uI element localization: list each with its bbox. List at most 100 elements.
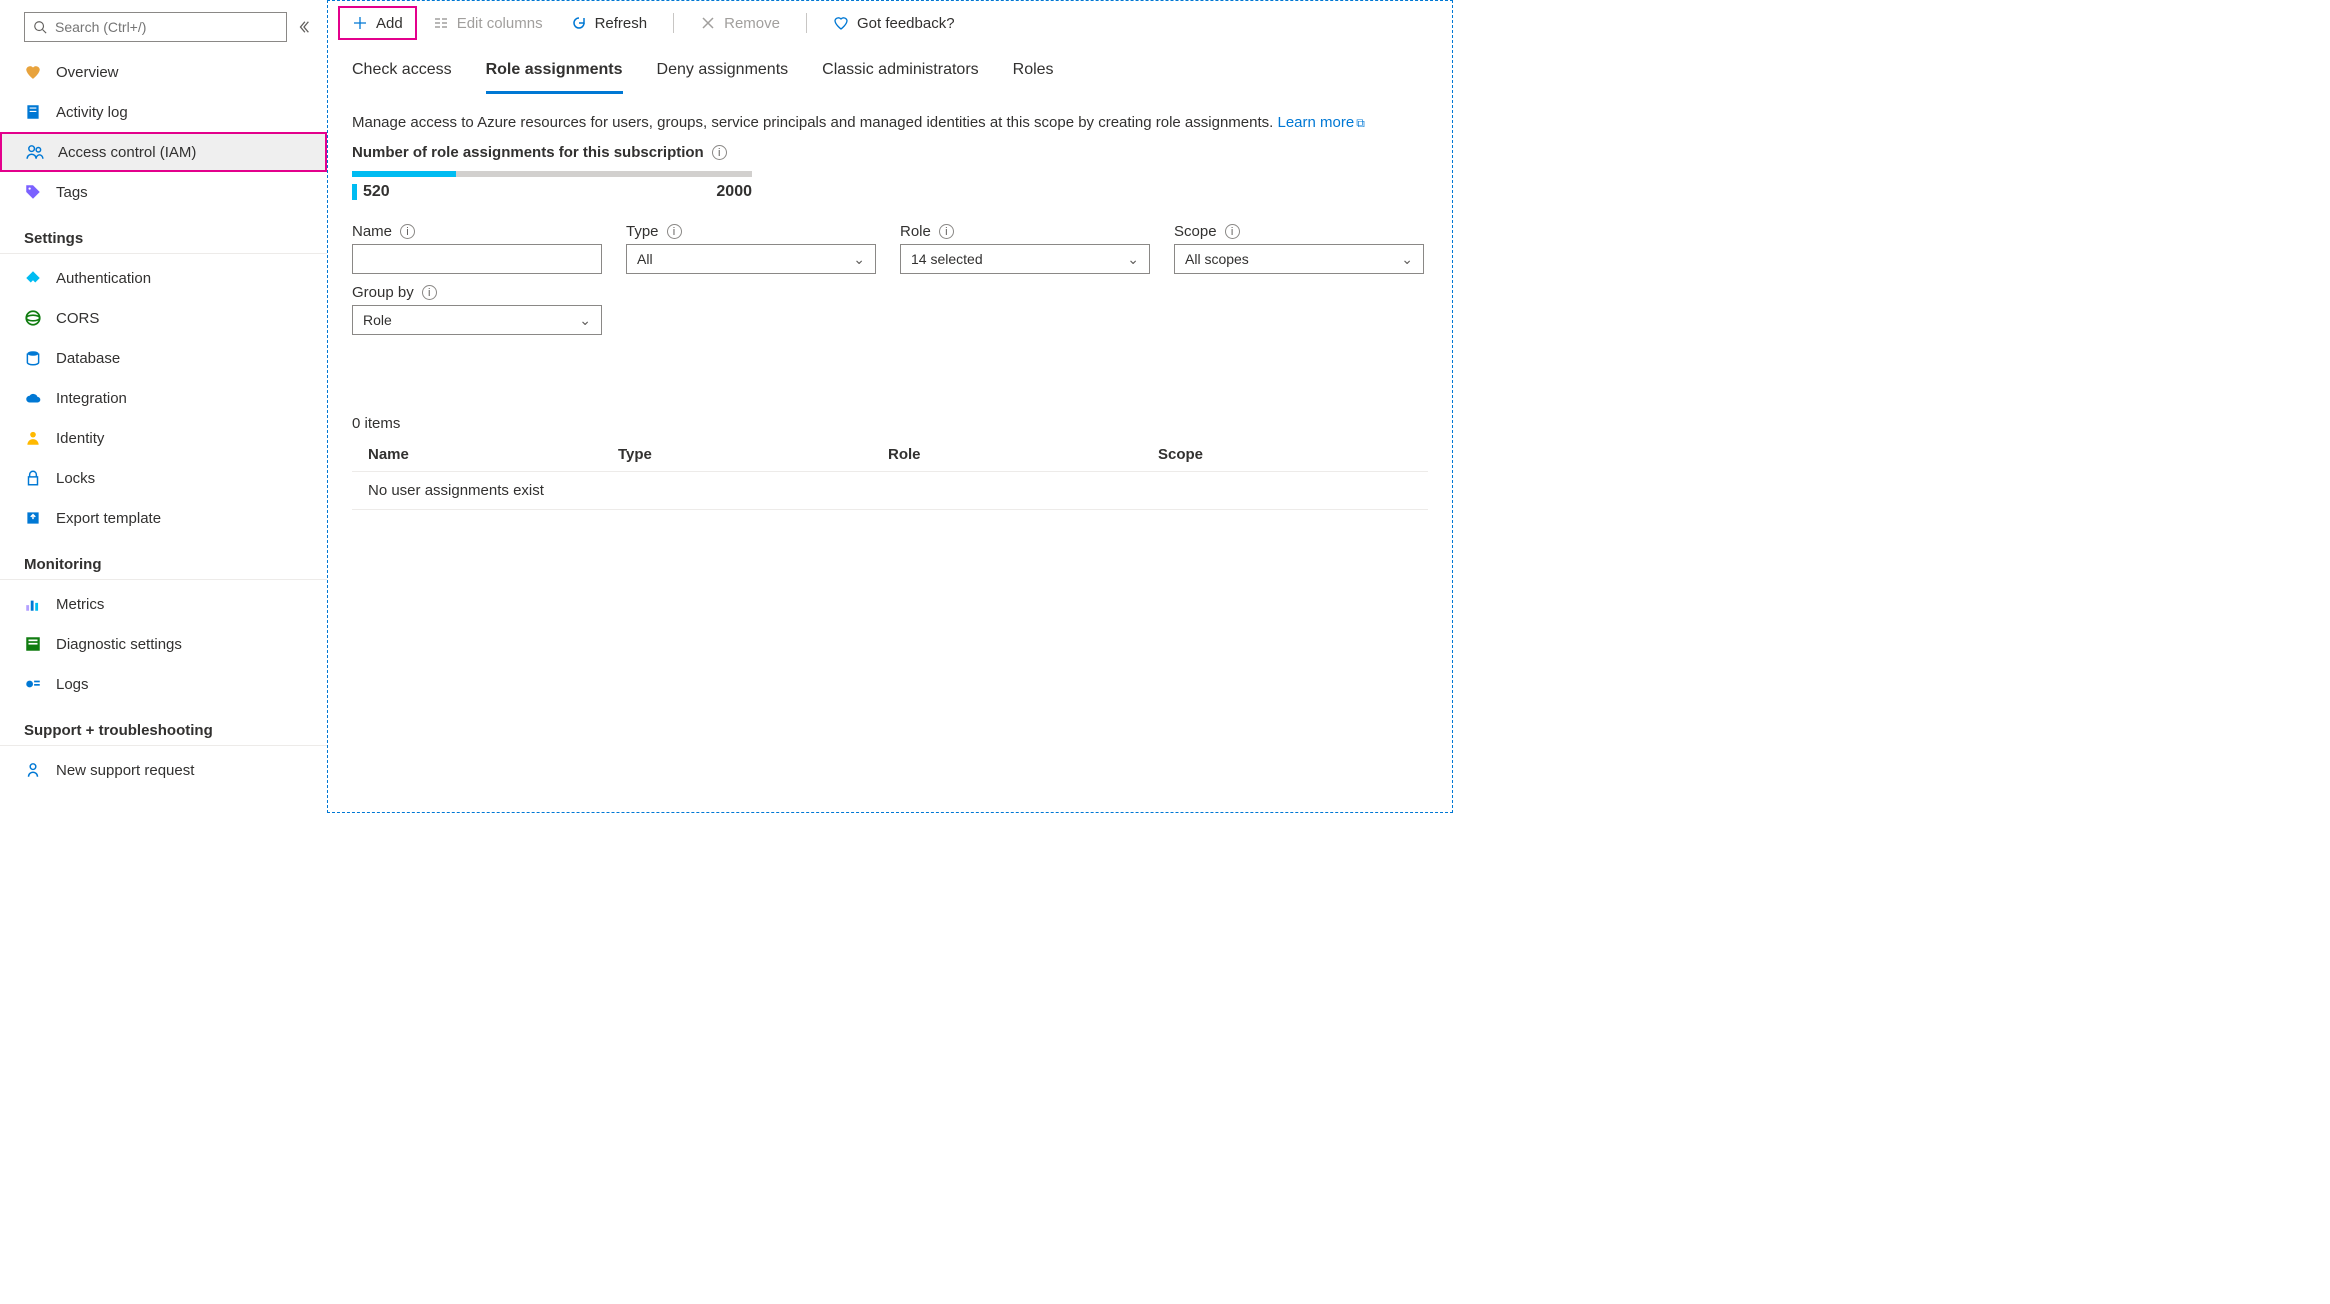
sidebar-item-new-support-request[interactable]: New support request	[0, 750, 327, 790]
plus-icon	[352, 15, 368, 31]
learn-more-link[interactable]: Learn more⧉	[1277, 114, 1364, 131]
assignment-bar-fill	[352, 171, 456, 177]
type-select[interactable]: All ⌄	[626, 244, 876, 274]
people-icon	[26, 143, 44, 161]
assignment-bar-values: 520 2000	[352, 183, 752, 201]
cloud-icon	[24, 389, 42, 407]
sidebar-item-diagnostic-settings[interactable]: Diagnostic settings	[0, 624, 327, 664]
search-icon	[33, 20, 47, 34]
tab-role-assignments[interactable]: Role assignments	[486, 61, 623, 94]
tab-check-access[interactable]: Check access	[352, 61, 452, 94]
sidebar-item-cors[interactable]: CORS	[0, 298, 327, 338]
toolbar: Add Edit columns Refresh Remove Go	[328, 1, 1452, 45]
refresh-icon	[571, 15, 587, 31]
assignment-max: 2000	[716, 183, 752, 201]
table-col-name[interactable]: Name	[368, 446, 618, 463]
add-button[interactable]: Add	[338, 6, 417, 40]
sidebar-section-support-troubleshooting: Support + troubleshooting	[0, 704, 327, 746]
logs-icon	[24, 675, 42, 693]
sidebar-item-label: Locks	[56, 470, 95, 487]
filters: Namei Typei All ⌄ Rolei 14 selected ⌄ Sc…	[352, 223, 1428, 274]
table: 0 items NameTypeRoleScope No user assign…	[352, 415, 1428, 510]
search-row	[0, 8, 327, 52]
role-select[interactable]: 14 selected ⌄	[900, 244, 1150, 274]
sidebar-item-metrics[interactable]: Metrics	[0, 584, 327, 624]
add-label: Add	[376, 15, 403, 32]
sidebar-item-label: Tags	[56, 184, 88, 201]
export-icon	[24, 509, 42, 527]
db-icon	[24, 349, 42, 367]
sidebar-item-label: Diagnostic settings	[56, 636, 182, 653]
info-icon[interactable]: i	[712, 145, 727, 160]
table-col-scope[interactable]: Scope	[1158, 446, 1412, 463]
heart-icon	[833, 15, 849, 31]
cors-icon	[24, 309, 42, 327]
collapse-sidebar-icon[interactable]	[297, 20, 311, 34]
info-icon[interactable]: i	[422, 285, 437, 300]
info-icon[interactable]: i	[939, 224, 954, 239]
table-header: NameTypeRoleScope	[352, 438, 1428, 472]
name-input[interactable]	[352, 244, 602, 274]
groupby-label: Group by	[352, 284, 414, 301]
edit-columns-label: Edit columns	[457, 15, 543, 32]
assignment-current: 520	[363, 183, 390, 201]
groupby-select[interactable]: Role ⌄	[352, 305, 602, 335]
sidebar-item-tags[interactable]: Tags	[0, 172, 327, 212]
sidebar-item-label: CORS	[56, 310, 99, 327]
scope-select[interactable]: All scopes ⌄	[1174, 244, 1424, 274]
tab-classic-administrators[interactable]: Classic administrators	[822, 61, 978, 94]
sidebar-item-activity-log[interactable]: Activity log	[0, 92, 327, 132]
sidebar-item-label: New support request	[56, 762, 194, 779]
sidebar-item-database[interactable]: Database	[0, 338, 327, 378]
chevron-down-icon: ⌄	[579, 312, 591, 329]
refresh-button[interactable]: Refresh	[559, 6, 660, 40]
items-count: 0 items	[352, 415, 1428, 432]
tab-roles[interactable]: Roles	[1013, 61, 1054, 94]
sidebar-item-label: Database	[56, 350, 120, 367]
table-col-role[interactable]: Role	[888, 446, 1158, 463]
sidebar-item-locks[interactable]: Locks	[0, 458, 327, 498]
sidebar-item-integration[interactable]: Integration	[0, 378, 327, 418]
search-input[interactable]	[55, 19, 278, 35]
filter-name: Namei	[352, 223, 602, 274]
scope-label: Scope	[1174, 223, 1217, 240]
assignment-count-label: Number of role assignments for this subs…	[352, 144, 1428, 161]
info-icon[interactable]: i	[400, 224, 415, 239]
chevron-down-icon: ⌄	[853, 251, 865, 268]
remove-icon	[700, 15, 716, 31]
sidebar-item-overview[interactable]: Overview	[0, 52, 327, 92]
groupby-value: Role	[363, 312, 392, 328]
sidebar-item-access-control-iam-[interactable]: Access control (IAM)	[0, 132, 327, 172]
sidebar-item-export-template[interactable]: Export template	[0, 498, 327, 538]
filter-scope: Scopei All scopes ⌄	[1174, 223, 1424, 274]
content: Manage access to Azure resources for use…	[328, 94, 1452, 812]
tab-deny-assignments[interactable]: Deny assignments	[657, 61, 789, 94]
table-col-type[interactable]: Type	[618, 446, 888, 463]
external-link-icon: ⧉	[1356, 116, 1365, 130]
heart-icon	[24, 63, 42, 81]
lock-icon	[24, 469, 42, 487]
id-icon	[24, 429, 42, 447]
sidebar-item-label: Integration	[56, 390, 127, 407]
search-box[interactable]	[24, 12, 287, 42]
sidebar-section-settings: Settings	[0, 212, 327, 254]
refresh-label: Refresh	[595, 15, 648, 32]
info-icon[interactable]: i	[667, 224, 682, 239]
sidebar-item-logs[interactable]: Logs	[0, 664, 327, 704]
sidebar-item-label: Authentication	[56, 270, 151, 287]
remove-label: Remove	[724, 15, 780, 32]
info-icon[interactable]: i	[1225, 224, 1240, 239]
log-icon	[24, 103, 42, 121]
tag-icon	[24, 183, 42, 201]
assignment-bar-track	[352, 171, 752, 177]
filter-groupby: Group by i Role ⌄	[352, 284, 1428, 335]
role-value: 14 selected	[911, 251, 983, 267]
sidebar-item-identity[interactable]: Identity	[0, 418, 327, 458]
feedback-button[interactable]: Got feedback?	[821, 6, 967, 40]
description: Manage access to Azure resources for use…	[352, 112, 1428, 134]
filter-type: Typei All ⌄	[626, 223, 876, 274]
sidebar-item-label: Access control (IAM)	[58, 144, 196, 161]
sidebar-item-authentication[interactable]: Authentication	[0, 258, 327, 298]
sidebar-item-label: Overview	[56, 64, 119, 81]
name-label: Name	[352, 223, 392, 240]
